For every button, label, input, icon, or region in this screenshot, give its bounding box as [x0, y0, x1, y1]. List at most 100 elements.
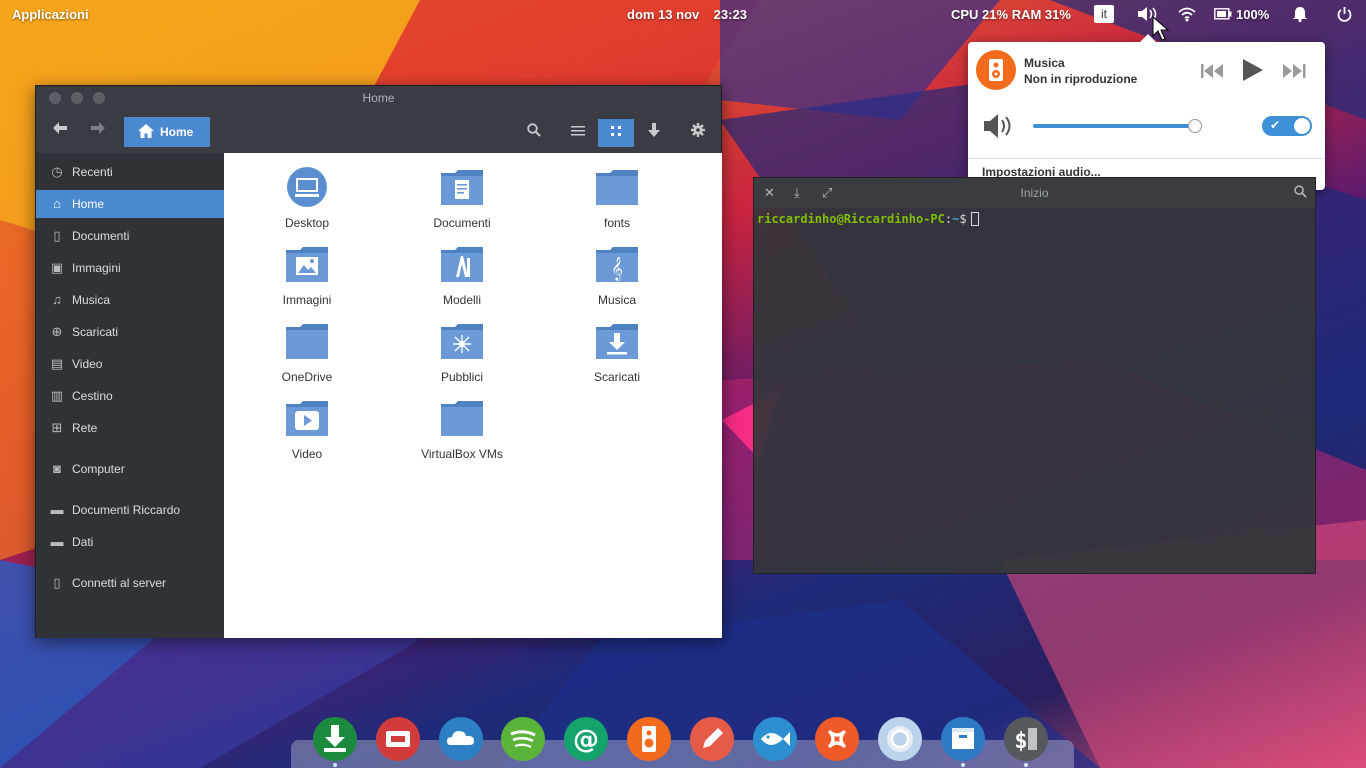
settings-button[interactable] [680, 119, 716, 147]
applications-menu[interactable]: Applicazioni [12, 7, 89, 22]
sidebar-item-documenti-riccardo[interactable]: ▬ Documenti Riccardo [36, 496, 224, 524]
divider [968, 158, 1325, 159]
file-item-modelli[interactable]: Modelli [397, 242, 527, 314]
dock-item-chrome[interactable] [878, 717, 922, 761]
file-item-desktop[interactable]: Desktop [242, 165, 372, 237]
downloads-folder-icon [596, 324, 638, 359]
spotify-icon [510, 730, 536, 748]
dock-item-mail[interactable]: @ [564, 717, 608, 761]
public-folder-icon [441, 324, 483, 359]
sidebar-item-label: Dati [72, 535, 94, 549]
notifications-bell-icon[interactable] [1293, 6, 1307, 25]
file-item-label: Immagini [282, 293, 332, 307]
prompt-user: riccardinho@Riccardinho-PC [757, 212, 945, 226]
files-icon [952, 728, 974, 749]
forward-button[interactable] [91, 121, 105, 139]
fish-icon [761, 732, 790, 746]
file-item-fonts[interactable]: fonts [552, 165, 682, 237]
file-item-video[interactable]: Video [242, 396, 372, 468]
file-item-musica[interactable]: 𝄞 Musica [552, 242, 682, 314]
sidebar-item-cestino[interactable]: ▥ Cestino [36, 382, 224, 410]
sidebar-item-musica[interactable]: ♫ Musica [36, 286, 224, 314]
back-button[interactable] [53, 121, 67, 139]
terminal-prompt[interactable]: riccardinho@Riccardinho-PC:~$ [757, 212, 979, 226]
clock[interactable]: dom 13 nov 23:23 [627, 7, 747, 22]
music-player-icon[interactable] [976, 50, 1016, 90]
dock-item-files[interactable] [941, 717, 985, 761]
dock-item-music-player[interactable] [627, 717, 671, 761]
dock-item-screenshot[interactable] [376, 717, 420, 761]
dock-item-terminal[interactable]: $ [1004, 717, 1048, 761]
system-monitor[interactable]: CPU 21% RAM 31% [951, 7, 1071, 22]
volume-speaker-icon[interactable] [982, 112, 1014, 145]
sidebar-item-video[interactable]: ▤ Video [36, 350, 224, 378]
sidebar-item-computer[interactable]: ◙ Computer [36, 455, 224, 483]
play-icon[interactable] [1242, 58, 1264, 87]
documents-folder-icon [441, 170, 483, 205]
keyboard-layout-indicator[interactable]: it [1094, 5, 1114, 23]
next-track-icon[interactable] [1282, 64, 1306, 83]
download-button[interactable] [636, 119, 672, 147]
grid-view-icon [611, 126, 621, 136]
sidebar-item-dati[interactable]: ▬ Dati [36, 528, 224, 556]
desktop-icon [287, 167, 327, 207]
server-icon: ▯ [53, 575, 61, 590]
file-manager-headerbar: Home Home [36, 86, 721, 153]
sidebar-item-label: Documenti [72, 229, 130, 243]
dock-item-onedrive[interactable] [439, 717, 483, 761]
list-view-button[interactable] [560, 119, 596, 147]
folder-icon: ▬ [50, 534, 64, 549]
sidebar-item-scaricati[interactable]: ⊕ Scaricati [36, 318, 224, 346]
player-name: Musica [1024, 56, 1065, 70]
home-icon [138, 124, 154, 138]
chrome-icon [887, 726, 913, 752]
downloader-icon [324, 725, 346, 752]
volume-slider-track[interactable] [1033, 124, 1196, 128]
sidebar-item-recenti[interactable]: ◷ Recenti [36, 158, 224, 186]
dock-item-pencil[interactable] [690, 717, 734, 761]
file-item-virtualbox-vms[interactable]: VirtualBox VMs [397, 396, 527, 468]
dock-item-downloader[interactable] [313, 717, 357, 761]
file-item-onedrive[interactable]: OneDrive [242, 319, 372, 391]
power-icon[interactable] [1337, 6, 1352, 25]
dock-item-xampp[interactable] [815, 717, 859, 761]
terminal-icon: $ [1014, 728, 1037, 754]
battery-icon[interactable] [1214, 8, 1232, 23]
previous-track-icon[interactable] [1201, 64, 1225, 83]
svg-text:@: @ [573, 725, 599, 755]
file-item-pubblici[interactable]: Pubblici [397, 319, 527, 391]
dock-item-fish[interactable] [753, 717, 797, 761]
file-item-scaricati[interactable]: Scaricati [552, 319, 682, 391]
path-home-button[interactable]: Home [124, 117, 210, 147]
search-icon[interactable] [1294, 185, 1307, 201]
search-button[interactable] [516, 119, 552, 147]
screenshot-icon [386, 731, 410, 747]
prompt-separator: : [944, 212, 953, 226]
sidebar-item-home[interactable]: ⌂ Home [36, 190, 224, 218]
sidebar-item-connetti-al-server[interactable]: ▯ Connetti al server [36, 569, 224, 597]
list-view-icon [571, 126, 585, 136]
sidebar-item-documenti[interactable]: ▯ Documenti [36, 222, 224, 250]
volume-slider-handle[interactable] [1188, 119, 1202, 133]
sidebar-item-label: Home [72, 197, 105, 211]
sidebar-item-rete[interactable]: ⊞ Rete [36, 414, 224, 442]
videos-folder-icon [286, 401, 328, 436]
grid-view-button[interactable] [598, 119, 634, 147]
file-item-label: fonts [603, 216, 630, 230]
battery-percentage[interactable]: 100% [1236, 7, 1269, 22]
sound-output-toggle[interactable]: ✔ [1262, 116, 1312, 136]
terminal-window[interactable]: ✕ ⤓ ⤢ Inizio riccardinho@Riccardinho-PC:… [753, 177, 1316, 574]
pencil-icon [703, 728, 723, 748]
sidebar-item-label: Recenti [72, 165, 113, 179]
dock-item-spotify[interactable] [501, 717, 545, 761]
svg-text:𝄞: 𝄞 [611, 256, 623, 281]
file-item-immagini[interactable]: Immagini [242, 242, 372, 314]
file-item-label: OneDrive [281, 370, 333, 384]
sidebar-item-label: Scaricati [72, 325, 119, 339]
sidebar-item-immagini[interactable]: ▣ Immagini [36, 254, 224, 282]
sidebar-item-label: Cestino [72, 389, 113, 403]
file-item-label: Scaricati [593, 370, 640, 384]
file-item-documenti[interactable]: Documenti [397, 165, 527, 237]
pictures-folder-icon [286, 247, 328, 282]
wifi-icon[interactable] [1178, 6, 1196, 25]
